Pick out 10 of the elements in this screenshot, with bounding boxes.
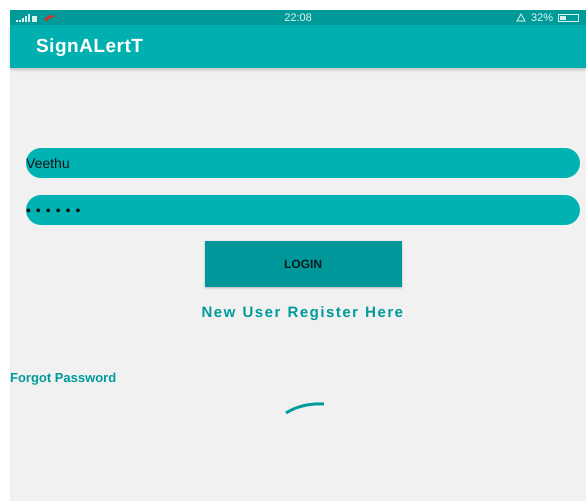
username-field[interactable]: Veethu xyxy=(26,148,580,178)
app-title: SignALertT xyxy=(36,36,144,58)
battery-percent: 32% xyxy=(530,12,553,24)
signal-icon xyxy=(16,14,38,22)
forgot-password-link[interactable]: Forgot Password xyxy=(10,370,116,385)
login-button[interactable]: LOGIN xyxy=(204,241,402,287)
battery-icon xyxy=(558,14,580,22)
password-field[interactable]: •••••• xyxy=(26,195,580,225)
register-link[interactable]: New User Register Here xyxy=(201,304,405,321)
status-time: 22:08 xyxy=(284,12,312,24)
